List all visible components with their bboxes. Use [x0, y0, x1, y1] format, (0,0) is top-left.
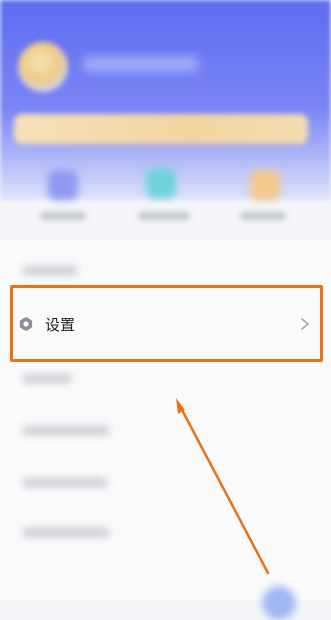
menu-item-blurred[interactable] [22, 374, 72, 383]
shortcut-icon-1[interactable] [48, 170, 78, 200]
settings-label: 设置 [45, 316, 76, 334]
menu-item-blurred[interactable] [22, 528, 110, 537]
shortcut-label-2 [138, 212, 190, 220]
shortcut-icon-2[interactable] [146, 168, 176, 198]
floating-button[interactable] [262, 586, 296, 620]
vip-banner[interactable] [14, 114, 308, 144]
menu-item-blurred[interactable] [22, 426, 110, 435]
shortcut-icon-3[interactable] [250, 170, 280, 200]
avatar[interactable] [18, 42, 68, 92]
menu-item-blurred[interactable] [22, 478, 108, 487]
chevron-right-icon [301, 318, 309, 330]
menu-item-blurred[interactable] [22, 266, 78, 275]
settings-menu-item[interactable]: 设置 [0, 286, 331, 364]
username-placeholder [82, 56, 200, 72]
shortcut-label-1 [40, 212, 86, 220]
gear-icon [19, 317, 33, 331]
shortcut-label-3 [240, 212, 286, 220]
shortcut-row [0, 160, 331, 240]
